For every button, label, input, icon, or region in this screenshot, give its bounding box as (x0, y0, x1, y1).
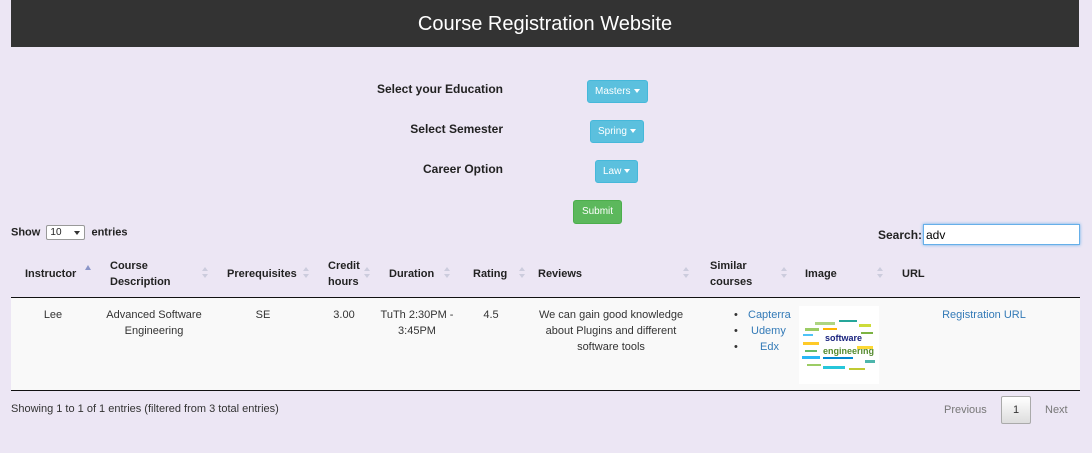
table-row: Lee Advanced Software Engineering SE 3.0… (11, 298, 1080, 391)
search-input[interactable] (923, 224, 1080, 245)
semester-dropdown-value: Spring (598, 126, 627, 137)
similar-course-link[interactable]: Capterra (748, 309, 791, 321)
caret-down-icon (624, 169, 631, 174)
career-dropdown[interactable]: Law (595, 160, 639, 183)
education-label: Select your Education (376, 82, 503, 96)
sort-icon (519, 267, 525, 281)
cell-reviews: We can gain good knowledge about Plugins… (538, 309, 684, 353)
word-cloud-image: software engineering (799, 306, 879, 384)
cell-description: Advanced Software Engineering (106, 309, 202, 337)
chevron-down-icon (74, 231, 81, 235)
sort-icon (444, 267, 450, 281)
sort-icon (364, 267, 370, 281)
column-header-description[interactable]: Course Description (110, 250, 200, 297)
image-word-software: software (825, 333, 862, 343)
entries-select[interactable]: 10 (46, 225, 86, 240)
column-header-similar[interactable]: Similar courses (710, 250, 765, 297)
caret-down-icon (629, 129, 636, 134)
cell-rating: 4.5 (483, 309, 499, 321)
sort-icon (303, 267, 309, 281)
list-item: Capterra (734, 307, 791, 323)
cell-duration: TuTh 2:30PM - 3:45PM (380, 309, 454, 337)
show-label: Show (11, 226, 41, 239)
sort-icon (877, 267, 883, 281)
career-dropdown-value: Law (603, 166, 622, 177)
column-header-image[interactable]: Image (805, 250, 845, 297)
list-item: Udemy (734, 323, 791, 339)
column-header-reviews[interactable]: Reviews (538, 250, 598, 297)
cell-credit-hours: 3.00 (333, 309, 355, 321)
column-header-url[interactable]: URL (902, 250, 942, 297)
similar-courses-list: Capterra Udemy Edx (734, 307, 791, 355)
page-header: Course Registration Website (11, 0, 1079, 47)
similar-course-link[interactable]: Udemy (751, 325, 786, 337)
page-title: Course Registration Website (417, 13, 673, 35)
submit-button[interactable]: Submit (573, 200, 622, 224)
search-label: Search: (878, 228, 923, 242)
career-label: Career Option (422, 162, 503, 176)
sort-icon (683, 267, 689, 281)
previous-button[interactable]: Previous (944, 404, 987, 416)
sort-icon (781, 267, 787, 281)
semester-dropdown[interactable]: Spring (590, 120, 644, 143)
sort-ascending-icon (85, 265, 91, 270)
similar-course-link[interactable]: Edx (760, 341, 779, 353)
table-info: Showing 1 to 1 of 1 entries (filtered fr… (11, 403, 279, 415)
caret-down-icon (633, 89, 640, 94)
table-header: Instructor Course Description Prerequisi… (11, 250, 1080, 298)
entries-select-value: 10 (50, 227, 62, 238)
page-button-1[interactable]: 1 (1001, 396, 1031, 424)
sort-icon (202, 267, 208, 281)
registration-url-link[interactable]: Registration URL (942, 309, 1026, 321)
education-dropdown[interactable]: Masters (587, 80, 648, 103)
entries-label: entries (91, 226, 128, 239)
course-image: software engineering (799, 306, 879, 384)
education-dropdown-value: Masters (595, 86, 631, 97)
column-header-instructor[interactable]: Instructor (25, 250, 85, 297)
cell-url: Registration URL (931, 307, 1037, 323)
column-header-rating[interactable]: Rating (473, 250, 523, 297)
cell-prerequisites: SE (255, 309, 271, 321)
entries-length-control: Show 10 entries (11, 225, 128, 240)
cell-instructor: Lee (43, 309, 63, 321)
next-button[interactable]: Next (1045, 404, 1068, 416)
column-header-credit-hours[interactable]: Credit hours (328, 250, 368, 297)
semester-label: Select Semester (410, 122, 503, 136)
list-item: Edx (734, 339, 791, 355)
